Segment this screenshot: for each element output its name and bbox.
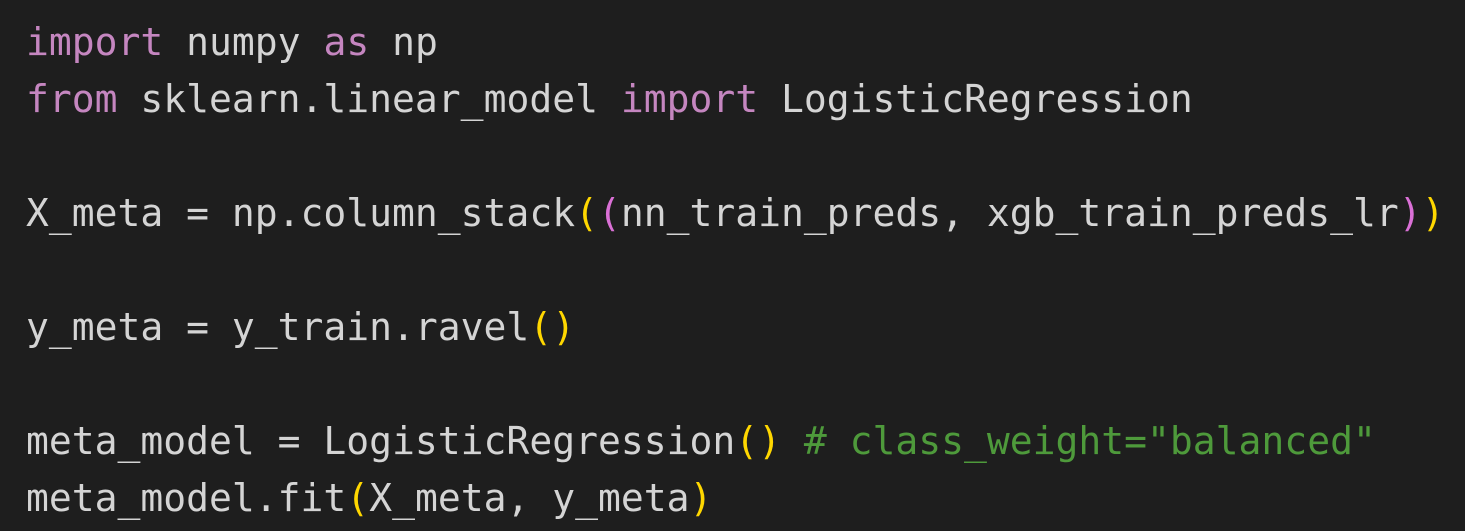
code-bracket: ( <box>575 191 598 235</box>
code-bracket: ) <box>1421 191 1445 235</box>
code-comment: # class_weight="balanced" <box>803 419 1376 463</box>
code-line[interactable] <box>26 242 1465 299</box>
code-line[interactable]: y_meta = y_train.ravel() <box>26 299 1465 356</box>
code-line[interactable]: X_meta = np.column_stack((nn_train_preds… <box>26 185 1465 242</box>
code-line[interactable]: meta_model = LogisticRegression() # clas… <box>26 413 1465 470</box>
code-text: nn_train_preds, xgb_train_preds_lr <box>620 191 1399 235</box>
code-bracket: ( <box>597 191 621 235</box>
code-text: LogisticRegression <box>758 77 1193 121</box>
code-text: X_meta, y_meta <box>369 476 690 520</box>
code-text: np <box>369 20 438 64</box>
code-line[interactable] <box>26 356 1465 413</box>
code-text: numpy <box>163 20 324 64</box>
code-bracket: () <box>529 305 576 349</box>
code-keyword: import <box>620 77 759 121</box>
code-text: meta_model = LogisticRegression <box>26 419 736 463</box>
code-line[interactable]: meta_model.fit(X_meta, y_meta) <box>26 470 1465 527</box>
code-bracket: ( <box>346 476 370 520</box>
code-bracket: ) <box>689 476 713 520</box>
code-line[interactable]: from sklearn.linear_model import Logisti… <box>26 71 1465 128</box>
code-keyword: import <box>26 20 164 64</box>
code-text: sklearn.linear_model <box>117 77 621 121</box>
code-keyword: as <box>323 20 370 64</box>
code-bracket: () <box>735 419 781 463</box>
code-keyword: from <box>26 77 118 121</box>
code-text: X_meta = np.column_stack <box>26 191 576 235</box>
code-line[interactable]: import numpy as np <box>26 14 1465 71</box>
code-text: y_meta = y_train.ravel <box>26 305 530 349</box>
code-bracket: ) <box>1398 191 1422 235</box>
code-editor[interactable]: import numpy as np from sklearn.linear_mo… <box>0 0 1465 531</box>
code-line[interactable] <box>26 128 1465 185</box>
code-text: meta_model.fit <box>26 476 347 520</box>
